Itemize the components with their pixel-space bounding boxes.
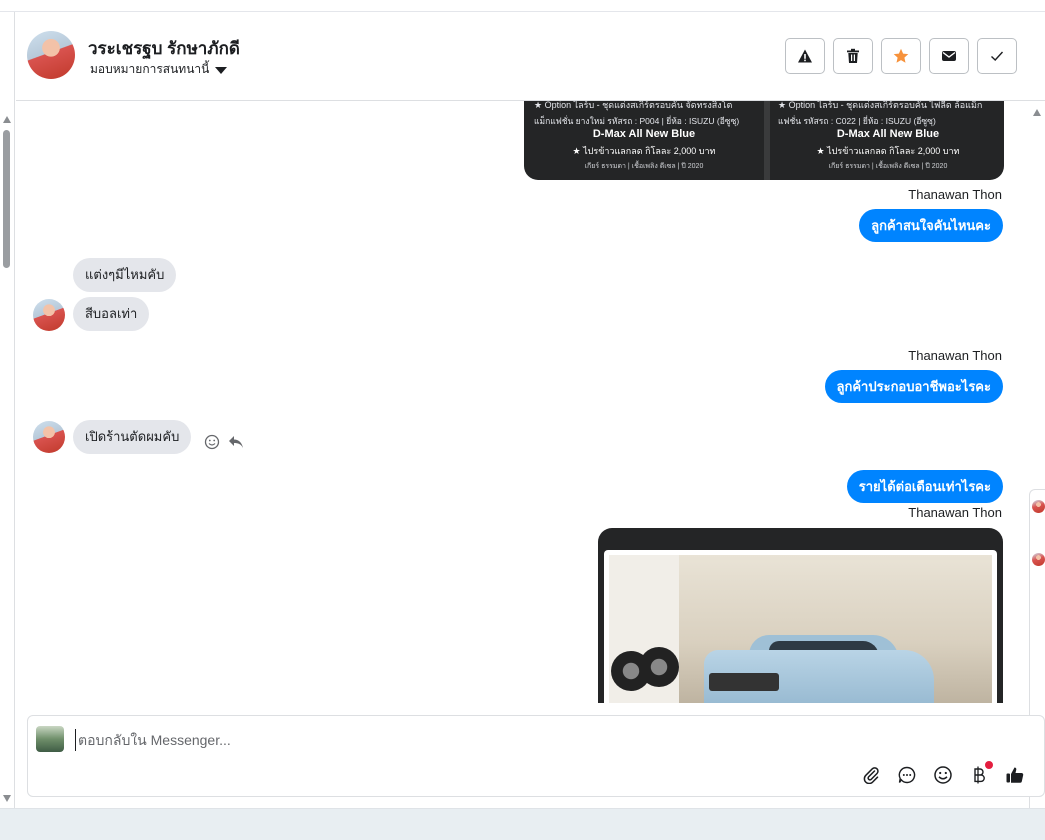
composer-toolbar bbox=[860, 761, 1026, 786]
truck-photo[interactable] bbox=[609, 555, 992, 703]
product-detail-text: แม็กแฟชั่น ยางใหม่ รหัสรถ : P004 | ยี่ห้… bbox=[534, 116, 740, 126]
product-card[interactable]: ★ Option ไลร์บ - ชุดแต่งสเกิร์ตรอบคัน ไฟ… bbox=[772, 101, 1004, 170]
like-button[interactable] bbox=[1004, 764, 1026, 786]
scroll-down-arrow[interactable] bbox=[3, 795, 11, 802]
scroll-up-arrow[interactable] bbox=[3, 116, 11, 123]
product-meta: เกียร์ ธรรมดา | เชื้อเพลิง ดีเซล | ปี 20… bbox=[828, 163, 948, 170]
participant-avatar[interactable] bbox=[1032, 500, 1045, 513]
sender-name: Thanawan Thon bbox=[908, 505, 1002, 520]
incoming-message[interactable]: เปิดร้านตัดผมคับ bbox=[73, 420, 192, 454]
product-option-text: ★ Option ไลร์บ - ชุดแต่งสเกิร์ตรอบคัน ไฟ… bbox=[778, 101, 983, 110]
sender-name: Thanawan Thon bbox=[908, 187, 1002, 202]
paperclip-icon bbox=[863, 767, 879, 784]
product-card[interactable]: ★ Option ไลร์บ - ชุดแต่งสเกิร์ตรอบคัน จั… bbox=[528, 101, 760, 170]
conversation-header: วระเชรฐบ รักษาภักดี มอบหมายการสนทนานี้ bbox=[16, 13, 1045, 101]
product-detail-text: แฟชั่น รหัสรถ : C022 | ยี่ห้อ : ISUZU (อ… bbox=[778, 116, 936, 126]
delete-button[interactable] bbox=[833, 38, 873, 74]
contact-avatar[interactable] bbox=[27, 31, 75, 79]
image-message[interactable] bbox=[598, 528, 1003, 703]
sender-name: Thanawan Thon bbox=[908, 348, 1002, 363]
contact-name[interactable]: วระเชรฐบ รักษาภักดี bbox=[88, 35, 240, 62]
product-offer: ★ ไปรข้าวแลกลด กิโลละ 2,000 บาท bbox=[816, 146, 960, 156]
spam-button[interactable] bbox=[785, 38, 825, 74]
card-divider bbox=[764, 101, 770, 180]
top-border bbox=[0, 0, 1045, 12]
message-actions bbox=[204, 434, 244, 450]
done-button[interactable] bbox=[977, 38, 1017, 74]
envelope-icon bbox=[942, 51, 956, 61]
saved-replies-button[interactable] bbox=[896, 764, 918, 786]
emoji-button[interactable] bbox=[932, 764, 954, 786]
reply-icon[interactable] bbox=[228, 435, 244, 449]
page-avatar bbox=[36, 726, 64, 752]
contact-avatar-small[interactable] bbox=[33, 421, 65, 453]
assign-conversation-dropdown[interactable]: มอบหมายการสนทนานี้ bbox=[90, 60, 228, 79]
product-title: D-Max All New Blue bbox=[592, 128, 696, 140]
photo-tire bbox=[639, 647, 679, 687]
photo-truck-grille bbox=[709, 673, 779, 691]
mark-unread-button[interactable] bbox=[929, 38, 969, 74]
left-scrollbar[interactable] bbox=[0, 12, 15, 808]
product-meta: เกียร์ ธรรมดา | เชื้อเพลิง ดีเซล | ปี 20… bbox=[584, 163, 704, 170]
image-frame bbox=[604, 550, 997, 703]
reply-input[interactable] bbox=[75, 729, 775, 751]
participant-avatar[interactable] bbox=[1032, 553, 1045, 566]
star-button[interactable] bbox=[881, 38, 921, 74]
chat-bubble-icon bbox=[898, 766, 916, 784]
outgoing-message[interactable]: ลูกค้าประกอบอาชีพอะไรคะ bbox=[824, 370, 1003, 403]
reply-composer bbox=[27, 715, 1045, 797]
outgoing-message[interactable]: ลูกค้าสนใจคันไหนคะ bbox=[859, 209, 1003, 242]
product-card-carousel[interactable]: ★ Option ไลร์บ - ชุดแต่งสเกิร์ตรอบคัน จั… bbox=[524, 101, 1004, 180]
warning-icon bbox=[798, 49, 812, 63]
star-icon bbox=[893, 48, 909, 63]
incoming-message[interactable]: แต่งๆมีไหมคับ bbox=[73, 258, 177, 292]
attach-button[interactable] bbox=[860, 764, 882, 786]
scroll-up-arrow[interactable] bbox=[1033, 109, 1041, 116]
outgoing-message[interactable]: รายได้ต่อเดือนเท่าไรคะ bbox=[846, 470, 1003, 503]
message-thread[interactable]: ★ Option ไลร์บ - ชุดแต่งสเกิร์ตรอบคัน จั… bbox=[16, 101, 1028, 703]
smiley-icon bbox=[934, 766, 952, 784]
trash-icon bbox=[847, 48, 859, 63]
check-icon bbox=[991, 51, 1004, 61]
notification-dot bbox=[985, 761, 993, 769]
thumbs-up-icon bbox=[1006, 767, 1024, 783]
contact-avatar-small[interactable] bbox=[33, 299, 65, 331]
product-offer: ★ ไปรข้าวแลกลด กิโลละ 2,000 บาท bbox=[572, 146, 716, 156]
react-smiley-icon[interactable] bbox=[204, 434, 220, 450]
product-option-text: ★ Option ไลร์บ - ชุดแต่งสเกิร์ตรอบคัน จั… bbox=[534, 101, 733, 110]
baht-icon bbox=[974, 766, 985, 784]
caret-down-icon bbox=[215, 66, 228, 74]
payment-button[interactable] bbox=[968, 761, 993, 786]
incoming-message[interactable]: สีบอลเท่า bbox=[73, 297, 150, 331]
window-bottom-strip bbox=[0, 808, 1045, 840]
scroll-thumb[interactable] bbox=[3, 130, 10, 268]
product-title: D-Max All New Blue bbox=[836, 128, 940, 140]
assign-label: มอบหมายการสนทนานี้ bbox=[90, 62, 210, 76]
right-scrollbar[interactable] bbox=[1029, 101, 1045, 819]
